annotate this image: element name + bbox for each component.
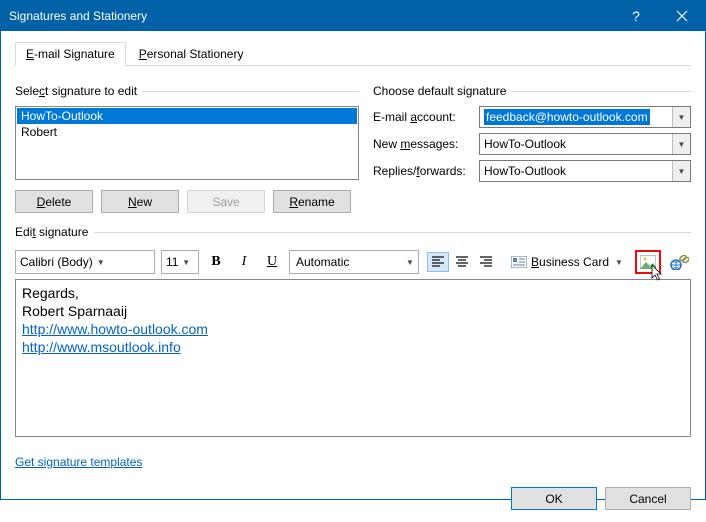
bold-button[interactable]: B [205,251,227,273]
align-left-button[interactable] [427,252,449,272]
edit-signature-section: Edit signature Calibri (Body) ▼ 11 ▼ B I… [15,225,691,439]
font-size-select[interactable]: 11 ▼ [161,250,199,274]
align-left-icon [431,256,445,268]
font-select[interactable]: Calibri (Body) ▼ [15,250,155,274]
window-title: Signatures and Stationery [9,9,613,23]
editor-toolbar: Calibri (Body) ▼ 11 ▼ B I U Automatic ▼ [15,247,691,277]
replies-forwards-select[interactable]: HowTo-Outlook ▼ [479,160,691,182]
replies-forwards-label: Replies/forwards: [373,164,479,178]
signature-listbox[interactable]: HowTo-Outlook Robert [15,106,359,180]
chevron-down-icon: ▼ [93,251,109,273]
align-right-button[interactable] [475,252,497,272]
align-group [425,250,499,274]
help-button[interactable]: ? [613,1,659,31]
default-signature-section: Choose default signature E-mail account:… [373,84,691,189]
tab-row: E-mail Signature Personal Stationery [15,41,691,66]
edit-signature-legend: Edit signature [15,225,94,239]
insert-hyperlink-button[interactable] [667,251,691,273]
business-card-icon [511,256,527,268]
tab-personal-stationery[interactable]: Personal Stationery [128,42,255,66]
chevron-down-icon: ▼ [178,251,194,273]
italic-button[interactable]: I [233,251,255,273]
list-item[interactable]: HowTo-Outlook [17,108,357,124]
ok-button[interactable]: OK [511,487,597,510]
rename-button[interactable]: Rename [273,190,351,213]
chevron-down-icon: ▼ [672,161,690,181]
new-messages-select[interactable]: HowTo-Outlook ▼ [479,133,691,155]
hyperlink-icon [669,254,689,270]
select-signature-section: Select signature to edit HowTo-Outlook R… [15,84,359,215]
list-item[interactable]: Robert [17,124,357,140]
close-icon [676,10,688,22]
close-button[interactable] [659,1,705,31]
email-account-label: E-mail account: [373,110,479,124]
chevron-down-icon: ▼ [672,107,690,127]
insert-picture-button[interactable] [635,250,661,274]
font-color-select[interactable]: Automatic ▼ [289,250,419,274]
editor-line: Robert Sparnaaij [22,302,684,320]
cancel-button[interactable]: Cancel [605,487,691,510]
underline-button[interactable]: U [261,251,283,273]
delete-button[interactable]: Delete [15,190,93,213]
align-right-icon [479,256,493,268]
dialog-footer: OK Cancel [1,479,705,522]
titlebar: Signatures and Stationery ? [1,1,705,31]
align-center-icon [455,256,469,268]
email-account-select[interactable]: feedback@howto-outlook.com ▼ [479,106,691,128]
chevron-down-icon: ▼ [615,258,623,267]
editor-link[interactable]: http://www.msoutlook.info [22,339,181,355]
picture-icon [640,255,656,269]
tab-email-signature[interactable]: E-mail Signature [15,42,126,66]
save-button: Save [187,190,265,213]
chevron-down-icon: ▼ [672,134,690,154]
dialog-window: Signatures and Stationery ? E-mail Signa… [0,0,706,500]
new-button[interactable]: New [101,190,179,213]
align-center-button[interactable] [451,252,473,272]
default-signature-legend: Choose default signature [373,84,512,98]
get-templates-link[interactable]: Get signature templates [15,455,142,469]
chevron-down-icon: ▼ [402,251,418,273]
new-messages-label: New messages: [373,137,479,151]
business-card-button[interactable]: Business Card ▼ [505,251,629,273]
signature-editor[interactable]: Regards, Robert Sparnaaij http://www.how… [15,279,691,437]
select-signature-legend: Select signature to edit [15,84,143,98]
editor-link[interactable]: http://www.howto-outlook.com [22,321,208,337]
editor-line: Regards, [22,284,684,302]
